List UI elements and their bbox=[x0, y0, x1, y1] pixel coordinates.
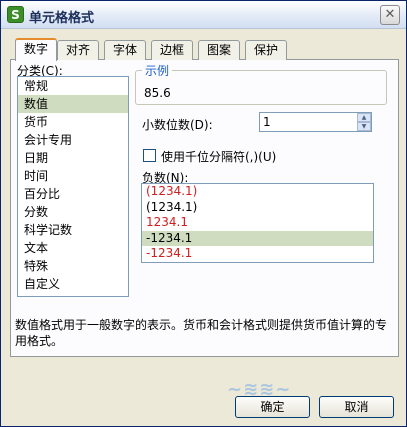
close-icon: ✕ bbox=[384, 7, 396, 22]
category-item[interactable]: 常规 bbox=[18, 77, 128, 95]
format-description: 数值格式用于一般数字的表示。货币和会计格式则提供货币值计算的专用格式。 bbox=[15, 318, 388, 348]
ok-button[interactable]: 确定 bbox=[235, 396, 310, 418]
thousands-separator-label[interactable]: 使用千位分隔符(,)(U) bbox=[161, 148, 276, 165]
tab-alignment[interactable]: 对齐 bbox=[57, 40, 99, 60]
close-button[interactable]: ✕ bbox=[380, 5, 400, 25]
tab-font[interactable]: 字体 bbox=[104, 40, 146, 60]
category-item[interactable]: 货币 bbox=[18, 113, 128, 131]
category-item[interactable]: 会计专用 bbox=[18, 131, 128, 149]
decimal-places-spinner[interactable]: ▲ ▼ bbox=[357, 113, 371, 131]
negative-format-item[interactable]: -1234.1 bbox=[142, 246, 373, 262]
category-item[interactable]: 特殊 bbox=[18, 257, 128, 275]
tab-number[interactable]: 数字 bbox=[15, 38, 57, 61]
cancel-button[interactable]: 取消 bbox=[319, 396, 394, 418]
negative-format-item[interactable]: (1234.1) bbox=[142, 184, 373, 200]
negative-format-item[interactable]: (1234.1) bbox=[142, 200, 373, 216]
negative-format-item[interactable]: 1234.1 bbox=[142, 215, 373, 231]
title-bar[interactable]: S 单元格格式 ✕ bbox=[1, 1, 406, 29]
thousands-separator-checkbox[interactable] bbox=[143, 149, 156, 162]
category-item[interactable]: 数值 bbox=[18, 95, 128, 113]
category-item[interactable]: 时间 bbox=[18, 167, 128, 185]
spin-down-icon[interactable]: ▼ bbox=[357, 122, 371, 131]
dialog-title: 单元格格式 bbox=[29, 11, 95, 26]
sample-value: 85.6 bbox=[144, 86, 171, 100]
tab-pattern[interactable]: 图案 bbox=[198, 40, 240, 60]
decimal-places-label: 小数位数(D): bbox=[142, 118, 213, 132]
category-item[interactable]: 科学记数 bbox=[18, 221, 128, 239]
category-list[interactable]: 常规 数值 货币 会计专用 日期 时间 百分比 分数 科学记数 文本 特殊 自定义 bbox=[17, 76, 129, 297]
decimal-places-input[interactable]: 1 bbox=[259, 112, 372, 132]
negative-format-item[interactable]: -1234.1 bbox=[142, 230, 373, 246]
tab-border[interactable]: 边框 bbox=[151, 40, 193, 60]
app-logo-icon: S bbox=[7, 6, 24, 23]
category-item[interactable]: 文本 bbox=[18, 239, 128, 257]
tab-protection[interactable]: 保护 bbox=[245, 40, 287, 60]
sample-group bbox=[135, 70, 387, 105]
negative-numbers-list[interactable]: (1234.1) (1234.1) 1234.1 -1234.1 -1234.1 bbox=[141, 183, 374, 263]
format-cells-dialog: S 单元格格式 ✕ 数字 对齐 字体 边框 图案 保护 分类(C): 常规 数值货… bbox=[0, 0, 407, 427]
category-item[interactable]: 分数 bbox=[18, 203, 128, 221]
category-item[interactable]: 自定义 bbox=[18, 275, 128, 293]
sample-legend: 示例 bbox=[142, 62, 173, 79]
category-item[interactable]: 日期 bbox=[18, 149, 128, 167]
category-item[interactable]: 百分比 bbox=[18, 185, 128, 203]
spin-up-icon[interactable]: ▲ bbox=[357, 113, 371, 122]
